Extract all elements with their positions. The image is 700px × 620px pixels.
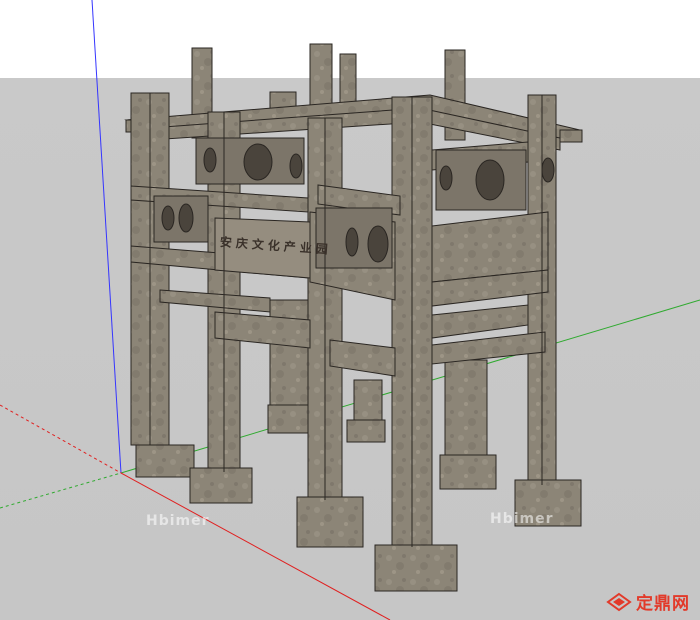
watermark-right: Hbimer [490,511,554,527]
model-scene[interactable] [0,0,700,620]
stone-archway-model[interactable] [124,43,583,592]
brand-name: 定鼎网 [636,594,690,614]
brand-mark: 定鼎网 [606,589,690,614]
green-axis-negative [0,472,122,509]
blue-axis [91,0,122,474]
sketchup-viewport[interactable]: 安庆文化产业园 Hbimer Hbimer 定鼎网 [0,0,700,620]
red-axis-negative [0,404,122,474]
brand-logo-icon [606,592,632,611]
watermark-left: Hbimer [146,513,210,529]
